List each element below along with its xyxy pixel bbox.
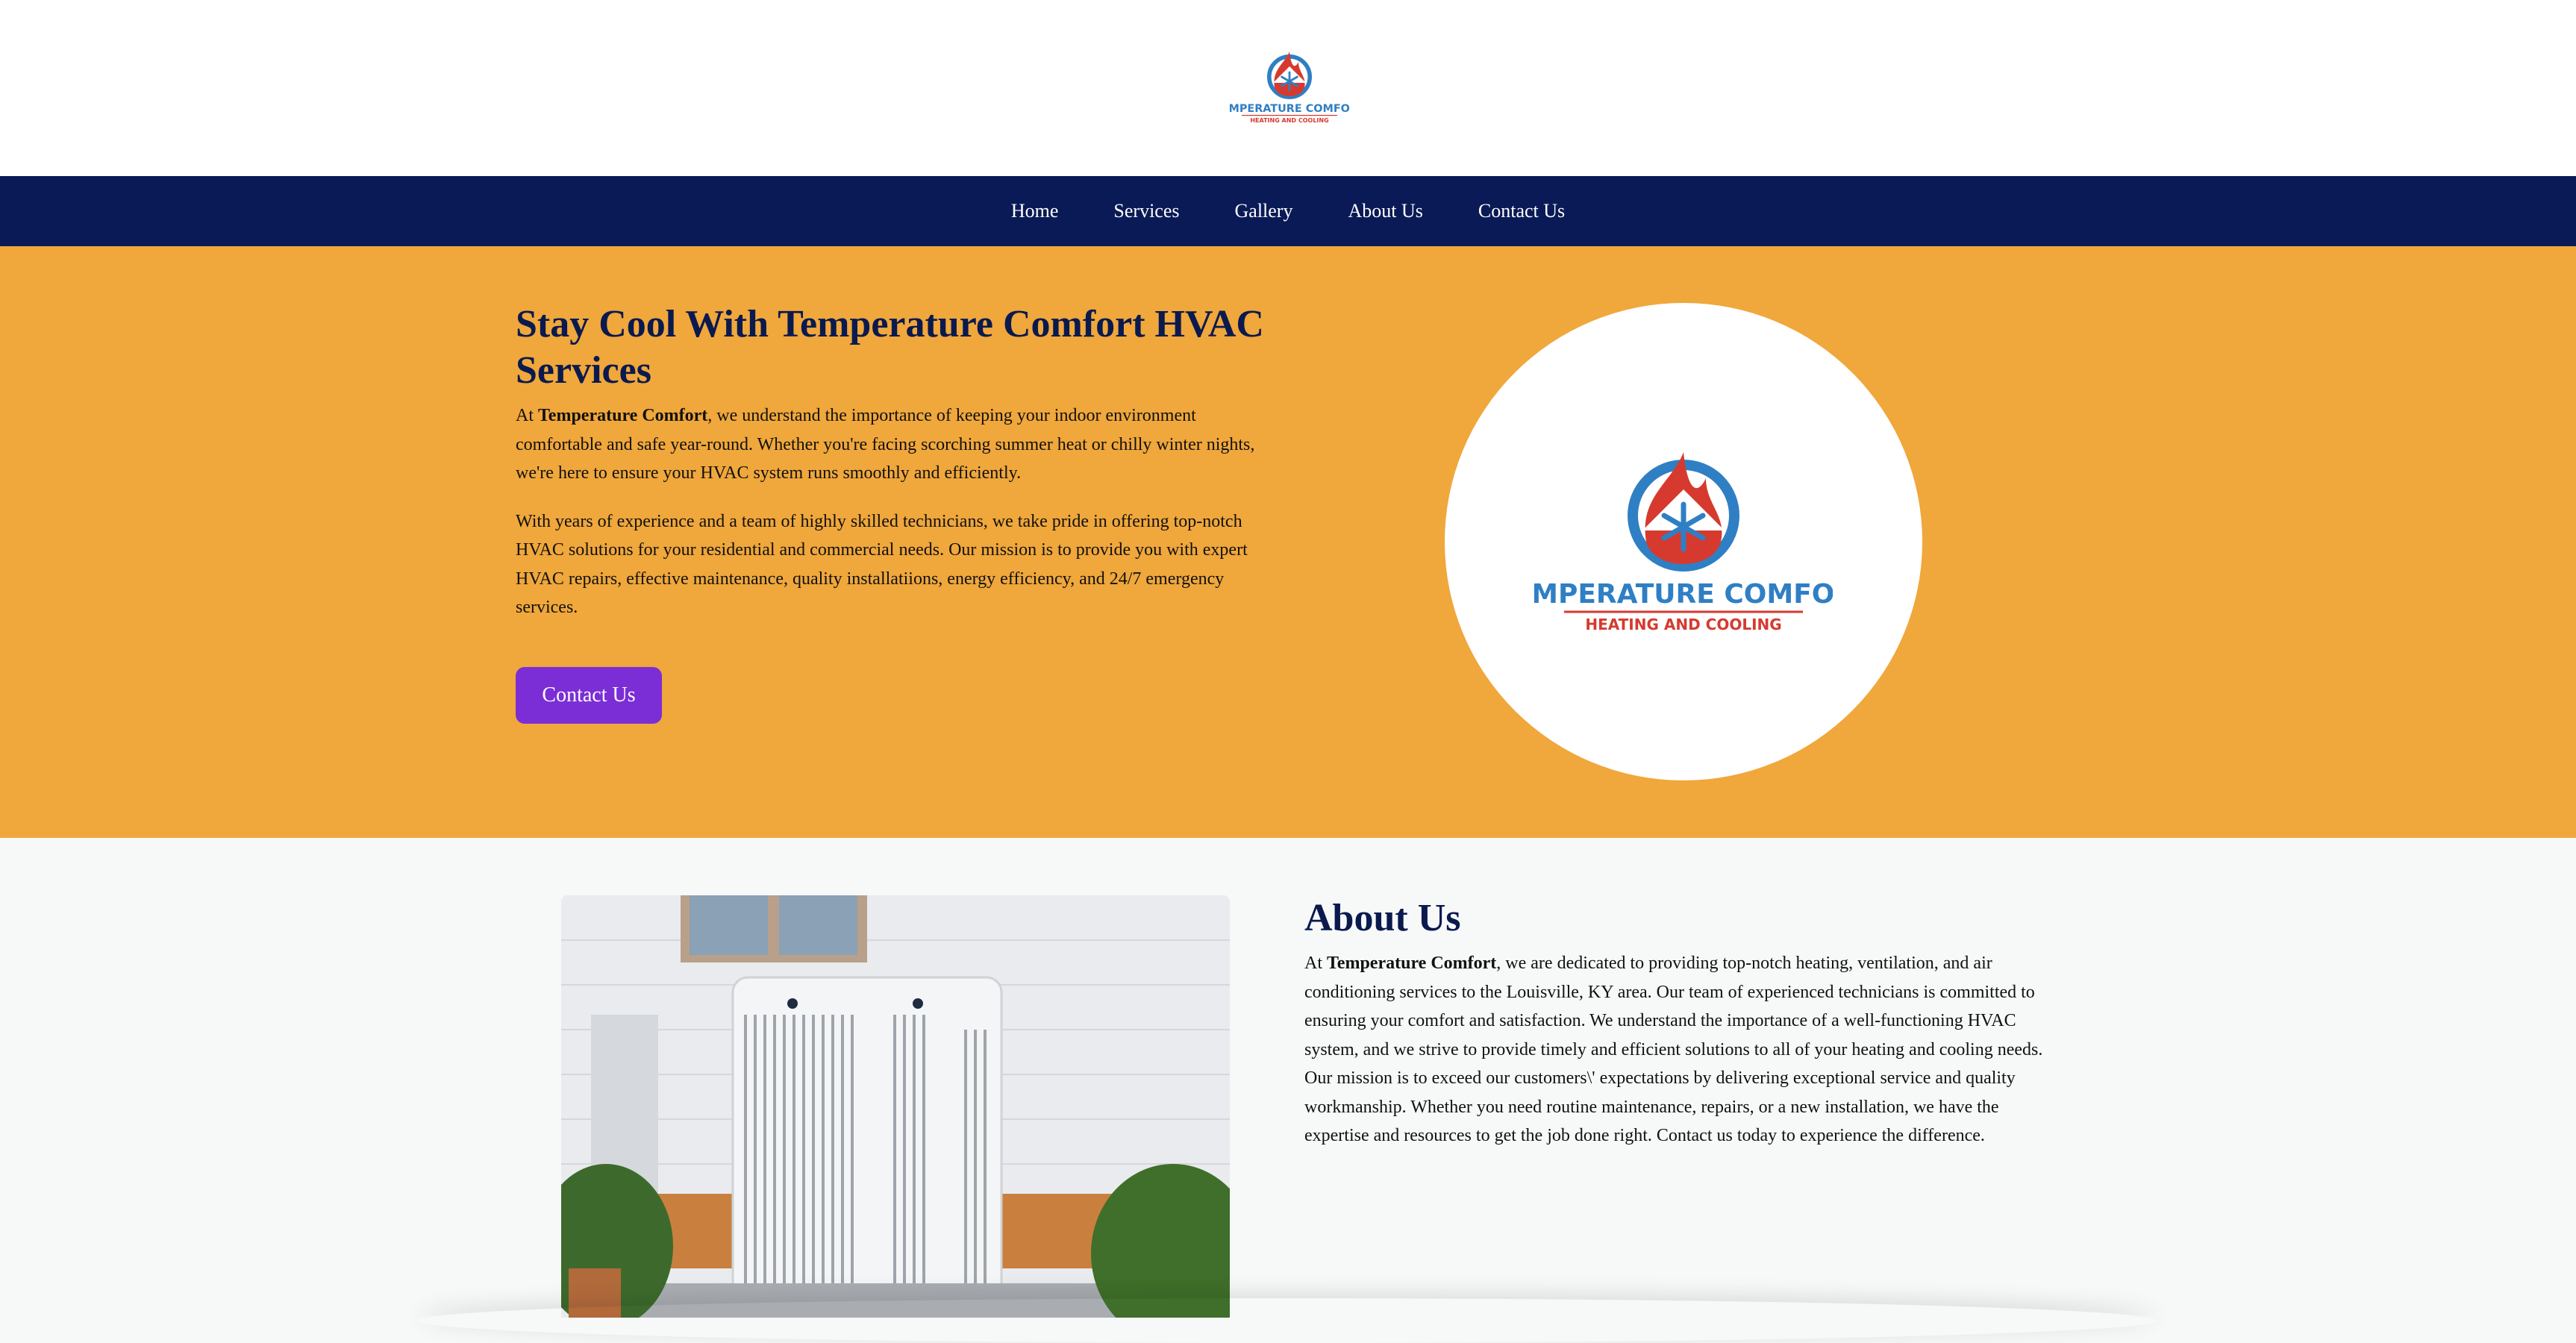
hero-paragraph-2: With years of experience and a team of h… xyxy=(516,511,1248,618)
hero-brand-bold: Temperature Comfort xyxy=(538,406,708,425)
hero-brand-logo: TEMPERATURE COMFORT HEATING AND COOLING xyxy=(1534,452,1833,633)
hero-paragraph-1: At Temperature Comfort, we understand th… xyxy=(516,406,1255,483)
about-brand-bold: Temperature Comfort xyxy=(1327,954,1497,973)
nav-services[interactable]: Services xyxy=(1113,200,1179,222)
section-shadow xyxy=(418,1298,2157,1343)
svg-text:TEMPERATURE COMFORT: TEMPERATURE COMFORT xyxy=(1534,579,1833,610)
brand-logo[interactable]: TEMPERATURE COMFORT HEATING AND COOLING xyxy=(1230,46,1349,128)
about-title: About Us xyxy=(1304,897,1461,939)
main-nav: Home Services Gallery About Us Contact U… xyxy=(0,176,2576,246)
nav-home[interactable]: Home xyxy=(1011,200,1059,222)
about-hvac-image xyxy=(561,895,1230,1318)
hero-title: Stay Cool With Temperature Comfort HVAC … xyxy=(516,303,1264,392)
svg-text:TEMPERATURE COMFORT: TEMPERATURE COMFORT xyxy=(1230,103,1349,115)
contact-us-button[interactable]: Contact Us xyxy=(516,667,662,724)
svg-text:HEATING AND COOLING: HEATING AND COOLING xyxy=(1250,117,1328,124)
nav-about-us[interactable]: About Us xyxy=(1348,200,1422,222)
hero-logo-circle: TEMPERATURE COMFORT HEATING AND COOLING xyxy=(1445,303,1922,780)
hero-text: Stay Cool With Temperature Comfort HVAC … xyxy=(516,301,1284,622)
about-section: About Us At Temperature Comfort, we are … xyxy=(1304,892,2066,1151)
header: TEMPERATURE COMFORT HEATING AND COOLING xyxy=(0,0,2576,176)
nav-gallery[interactable]: Gallery xyxy=(1235,200,1293,222)
hero-section: Stay Cool With Temperature Comfort HVAC … xyxy=(0,246,2576,838)
about-paragraph: At Temperature Comfort, we are dedicated… xyxy=(1304,954,2043,1145)
nav-contact-us[interactable]: Contact Us xyxy=(1478,200,1565,222)
svg-text:HEATING AND COOLING: HEATING AND COOLING xyxy=(1585,616,1781,633)
